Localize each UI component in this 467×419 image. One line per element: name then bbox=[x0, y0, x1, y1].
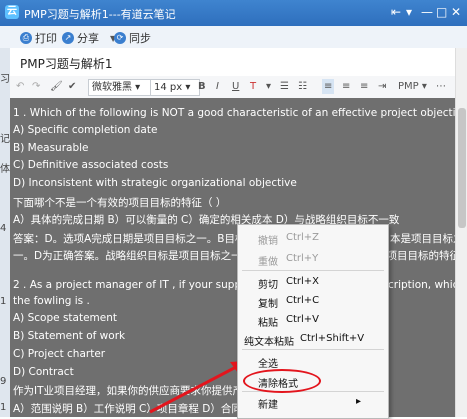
menu-item-shortcut: Ctrl+X bbox=[286, 276, 320, 287]
annotation-circle bbox=[243, 369, 321, 393]
menu-divider bbox=[242, 349, 384, 350]
menu-item-paste[interactable]: 粘贴 Ctrl+V bbox=[258, 314, 319, 329]
menu-item-label: 粘贴 bbox=[258, 318, 278, 329]
menu-item-select-all[interactable]: 全选 bbox=[258, 355, 278, 370]
menu-item-shortcut: Ctrl+Y bbox=[286, 253, 319, 264]
menu-item-label: 复制 bbox=[258, 299, 278, 310]
menu-item-new[interactable]: 新建 ▸ bbox=[258, 396, 361, 411]
menu-item-copy[interactable]: 复制 Ctrl+C bbox=[258, 295, 319, 310]
menu-item-shortcut: Ctrl+Z bbox=[286, 232, 320, 243]
menu-item-shortcut: Ctrl+Shift+V bbox=[300, 333, 365, 344]
menu-item-label: 撤销 bbox=[258, 236, 278, 247]
menu-item-label: 重做 bbox=[258, 257, 278, 268]
menu-item-label: 新建 bbox=[258, 400, 278, 411]
menu-item-label: 剪切 bbox=[258, 280, 278, 291]
menu-divider bbox=[242, 270, 384, 271]
submenu-arrow-icon: ▸ bbox=[356, 396, 362, 407]
menu-item-cut[interactable]: 剪切 Ctrl+X bbox=[258, 276, 319, 291]
menu-item-shortcut: Ctrl+C bbox=[286, 295, 320, 306]
menu-item-undo[interactable]: 撤销 Ctrl+Z bbox=[258, 232, 319, 247]
menu-item-redo[interactable]: 重做 Ctrl+Y bbox=[258, 253, 318, 268]
menu-item-label: 纯文本粘贴 bbox=[244, 337, 294, 348]
menu-item-shortcut: Ctrl+V bbox=[286, 314, 320, 325]
menu-item-paste-plain[interactable]: 纯文本粘贴 Ctrl+Shift+V bbox=[244, 333, 364, 348]
annotation-arrow bbox=[149, 361, 246, 414]
